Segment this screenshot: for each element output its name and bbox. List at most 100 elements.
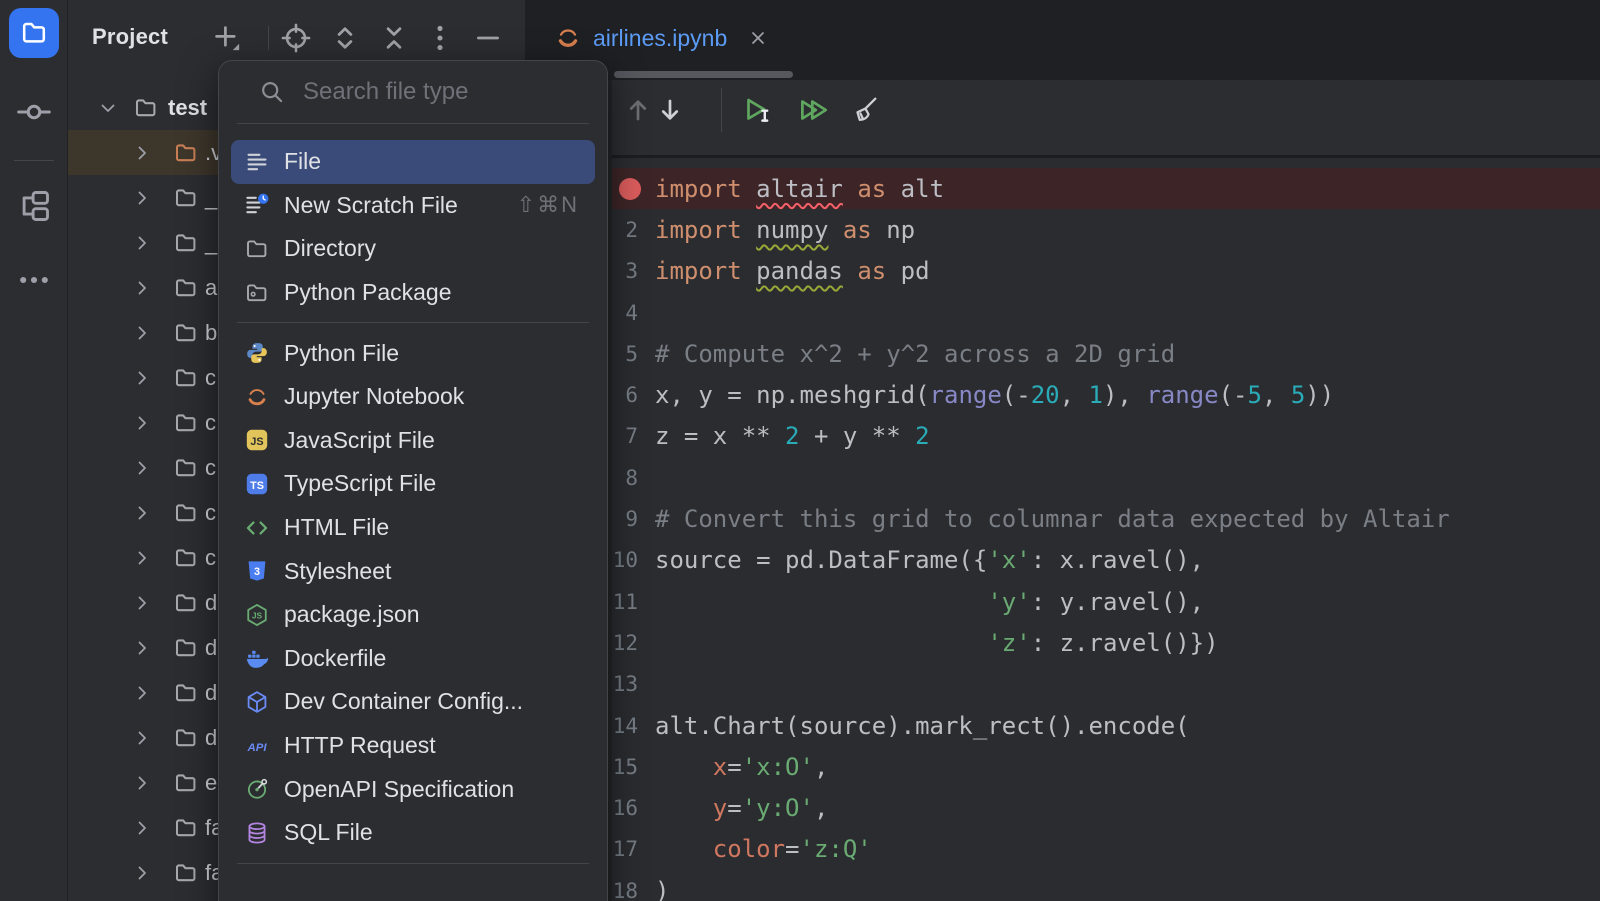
code-line[interactable]: 5# Compute x^2 + y^2 across a 2D grid (602, 333, 1600, 374)
chevron-right-icon[interactable] (132, 683, 152, 703)
chevron-right-icon[interactable] (132, 323, 152, 343)
run-all-icon[interactable] (796, 93, 830, 127)
tab-airlines-ipynb[interactable]: airlines.ipynb (545, 12, 783, 64)
locate-icon[interactable] (279, 21, 313, 55)
down-arrow-icon[interactable] (653, 93, 687, 127)
code-line[interactable]: 8 (602, 457, 1600, 498)
chevron-right-icon[interactable] (132, 818, 152, 838)
chevron-right-icon[interactable] (132, 503, 152, 523)
file-type-search[interactable]: Search file type (219, 61, 607, 123)
breakpoint-icon[interactable] (619, 178, 641, 200)
code-line[interactable]: 16 y='y:O', (602, 787, 1600, 828)
more-icon[interactable] (16, 262, 52, 298)
menu-item-typescript-file[interactable]: TSTypeScript File (231, 462, 595, 506)
add-icon[interactable] (210, 21, 244, 55)
code-line[interactable]: 6x, y = np.meshgrid(range(-20, 1), range… (602, 374, 1600, 415)
code-line[interactable]: 3import pandas as pd (602, 251, 1600, 292)
menu-item-shortcut: ⇧⌘N (517, 192, 579, 218)
code-line[interactable]: 17 color='z:Q' (602, 829, 1600, 870)
folder-icon (174, 231, 198, 255)
menu-item-new-scratch-file[interactable]: New Scratch File⇧⌘N (231, 184, 595, 228)
code-line[interactable]: 18) (602, 870, 1600, 901)
code-text: x='x:O', (655, 753, 828, 781)
menu-item-directory[interactable]: Directory (231, 227, 595, 271)
menu-item-openapi-specification[interactable]: OpenAPI Specification (231, 767, 595, 811)
svg-text:API: API (247, 741, 268, 753)
options-icon[interactable] (423, 21, 457, 55)
chevron-down-icon[interactable] (98, 98, 118, 118)
menu-item-label: Dev Container Config... (284, 688, 523, 715)
menu-item-python-package[interactable]: Python Package (231, 271, 595, 315)
run-cell-icon[interactable] (740, 93, 774, 127)
code-line[interactable]: 10source = pd.DataFrame({'x': x.ravel(), (602, 540, 1600, 581)
chevron-right-icon[interactable] (132, 638, 152, 658)
commit-icon[interactable] (16, 94, 52, 130)
menu-item-dev-container-config[interactable]: Dev Container Config... (231, 680, 595, 724)
svg-text:TS: TS (250, 480, 264, 492)
scratch-file-icon (245, 193, 269, 217)
close-icon[interactable] (747, 27, 769, 49)
code-text: # Convert this grid to columnar data exp… (655, 505, 1450, 533)
chevron-right-icon[interactable] (132, 728, 152, 748)
svg-text:JS: JS (250, 436, 263, 448)
code-line[interactable]: 15 x='x:O', (602, 746, 1600, 787)
menu-item-label: HTTP Request (284, 732, 436, 759)
menu-item-html-file[interactable]: HTML File (231, 506, 595, 550)
divider (721, 88, 722, 132)
menu-item-file[interactable]: File (231, 140, 595, 184)
code-text: import pandas as pd (655, 257, 930, 285)
code-line[interactable]: 14alt.Chart(source).mark_rect().encode( (602, 705, 1600, 746)
hide-icon[interactable] (471, 21, 505, 55)
code-line[interactable]: 13 (602, 664, 1600, 705)
chevron-right-icon[interactable] (132, 278, 152, 298)
folder-icon (174, 456, 198, 480)
menu-item-jupyter-notebook[interactable]: Jupyter Notebook (231, 375, 595, 419)
chevron-right-icon[interactable] (132, 548, 152, 568)
chevron-right-icon[interactable] (132, 458, 152, 478)
typescript-icon: TS (245, 472, 269, 496)
chevron-right-icon[interactable] (132, 773, 152, 793)
code-line[interactable]: import altair as alt (602, 168, 1600, 209)
menu-item-python-file[interactable]: Python File (231, 331, 595, 375)
chevron-right-icon[interactable] (132, 233, 152, 253)
project-tool-button[interactable] (9, 8, 59, 58)
code-text: ) (655, 877, 669, 901)
menu-item-stylesheet[interactable]: 3Stylesheet (231, 549, 595, 593)
menu-item-dockerfile[interactable]: Dockerfile (231, 637, 595, 681)
code-line[interactable]: 7z = x ** 2 + y ** 2 (602, 416, 1600, 457)
menu-item-javascript-file[interactable]: JSJavaScript File (231, 419, 595, 463)
collapse-all-icon[interactable] (377, 21, 411, 55)
menu-item-package-json[interactable]: JSpackage.json (231, 593, 595, 637)
menu-item-label: HTML File (284, 514, 389, 541)
code-line[interactable]: 9# Convert this grid to columnar data ex… (602, 498, 1600, 539)
folder-icon (174, 186, 198, 210)
menu-item-http-request[interactable]: API HTTP Request (231, 724, 595, 768)
sql-icon (245, 821, 269, 845)
tree-item-label: a (205, 275, 217, 301)
chevron-right-icon[interactable] (132, 593, 152, 613)
code-line[interactable]: 11 'y': y.ravel(), (602, 581, 1600, 622)
tree-item-label: c (205, 455, 216, 481)
horizontal-scrollbar[interactable] (614, 71, 793, 78)
code-line[interactable]: 2import numpy as np (602, 209, 1600, 250)
structure-icon[interactable] (16, 188, 52, 224)
code-editor[interactable]: import altair as alt2import numpy as np3… (602, 168, 1600, 901)
javascript-icon: JS (245, 428, 269, 452)
folder-icon (174, 771, 198, 795)
code-line[interactable]: 12 'z': z.ravel()}) (602, 622, 1600, 663)
divider (268, 26, 269, 50)
folder-icon (134, 96, 158, 120)
chevron-right-icon[interactable] (132, 863, 152, 883)
up-arrow-icon[interactable] (621, 93, 655, 127)
folder-icon (174, 141, 198, 165)
tree-item-label: d (205, 590, 217, 616)
cursor-ibeam (762, 111, 767, 121)
chevron-right-icon[interactable] (132, 413, 152, 433)
chevron-right-icon[interactable] (132, 143, 152, 163)
chevron-right-icon[interactable] (132, 188, 152, 208)
code-line[interactable]: 4 (602, 292, 1600, 333)
chevron-right-icon[interactable] (132, 368, 152, 388)
menu-item-sql-file[interactable]: SQL File (231, 811, 595, 855)
expand-all-icon[interactable] (328, 21, 362, 55)
clear-outputs-icon[interactable] (847, 93, 881, 127)
